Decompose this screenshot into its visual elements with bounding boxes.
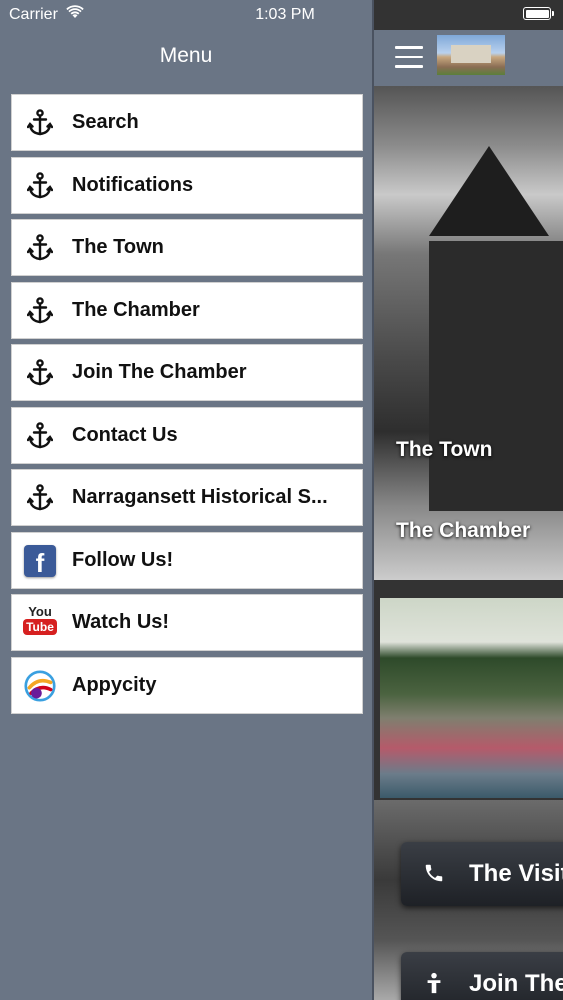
anchor-icon (24, 232, 56, 264)
hamburger-menu-icon[interactable] (395, 46, 423, 68)
join-button[interactable]: Join The (401, 952, 563, 1000)
anchor-icon (24, 482, 56, 514)
visit-button[interactable]: The Visit (401, 842, 563, 906)
menu-item-label: The Chamber (72, 298, 200, 321)
main-content: The Town The Chamber The Visit Join The (374, 0, 563, 1000)
menu-item-the-town[interactable]: The Town (11, 219, 363, 276)
anchor-icon (24, 420, 56, 452)
appycity-icon (24, 669, 56, 702)
youtube-icon-you: You (28, 604, 52, 619)
hero-label-the-town[interactable]: The Town (396, 438, 492, 462)
menu-item-contact-us[interactable]: Contact Us (11, 406, 363, 464)
menu-item-follow-us[interactable]: f Follow Us! (11, 531, 363, 589)
hero-image: The Town The Chamber (374, 86, 563, 580)
hero-tower-roof (429, 146, 549, 236)
visit-button-label: The Visit (469, 860, 563, 887)
menu-item-label: Watch Us! (72, 611, 170, 633)
person-icon (427, 972, 441, 994)
menu-item-label: Follow Us! (72, 548, 174, 571)
hero-tower (429, 241, 563, 511)
menu-item-label: Notifications (72, 173, 194, 196)
menu-item-notifications[interactable]: Notifications (11, 156, 363, 214)
carrier-label: Carrier (9, 6, 58, 23)
menu-item-search[interactable]: Search (11, 94, 363, 151)
menu-item-label: Appycity (72, 673, 157, 696)
join-button-label: Join The (469, 970, 563, 997)
side-menu-drawer: Carrier Menu Search Notifications The To… (0, 0, 372, 1000)
menu-item-label: Narragansett Historical S... (72, 486, 328, 508)
menu-item-narragansett-historical[interactable]: Narragansett Historical S... (11, 469, 363, 526)
anchor-icon (24, 170, 56, 202)
hero-label-the-chamber[interactable]: The Chamber (396, 519, 530, 543)
menu-item-label: The Town (72, 236, 164, 258)
anchor-icon (24, 295, 56, 327)
menu-item-the-chamber[interactable]: The Chamber (11, 281, 363, 339)
anchor-icon (24, 357, 56, 389)
menu-item-join-the-chamber[interactable]: Join The Chamber (11, 344, 363, 401)
menu-item-watch-us[interactable]: You Tube Watch Us! (11, 594, 363, 651)
menu-item-label: Contact Us (72, 423, 178, 446)
menu-title: Menu (159, 44, 213, 67)
menu-list: Search Notifications The Town The Chambe… (11, 94, 363, 719)
top-nav-bar (374, 30, 563, 86)
menu-item-label: Join The Chamber (72, 361, 247, 383)
youtube-icon-tube: Tube (23, 619, 57, 635)
facebook-icon-glyph: f (24, 544, 56, 578)
wifi-icon (66, 5, 84, 18)
phone-icon (425, 864, 443, 882)
menu-item-appycity[interactable]: Appycity (11, 656, 363, 714)
header-logo-image (437, 35, 505, 75)
facebook-icon: f (24, 544, 56, 578)
menu-item-label: Search (72, 111, 139, 133)
anchor-icon (24, 107, 56, 139)
event-photo (380, 598, 563, 798)
youtube-icon: You Tube (23, 604, 57, 639)
